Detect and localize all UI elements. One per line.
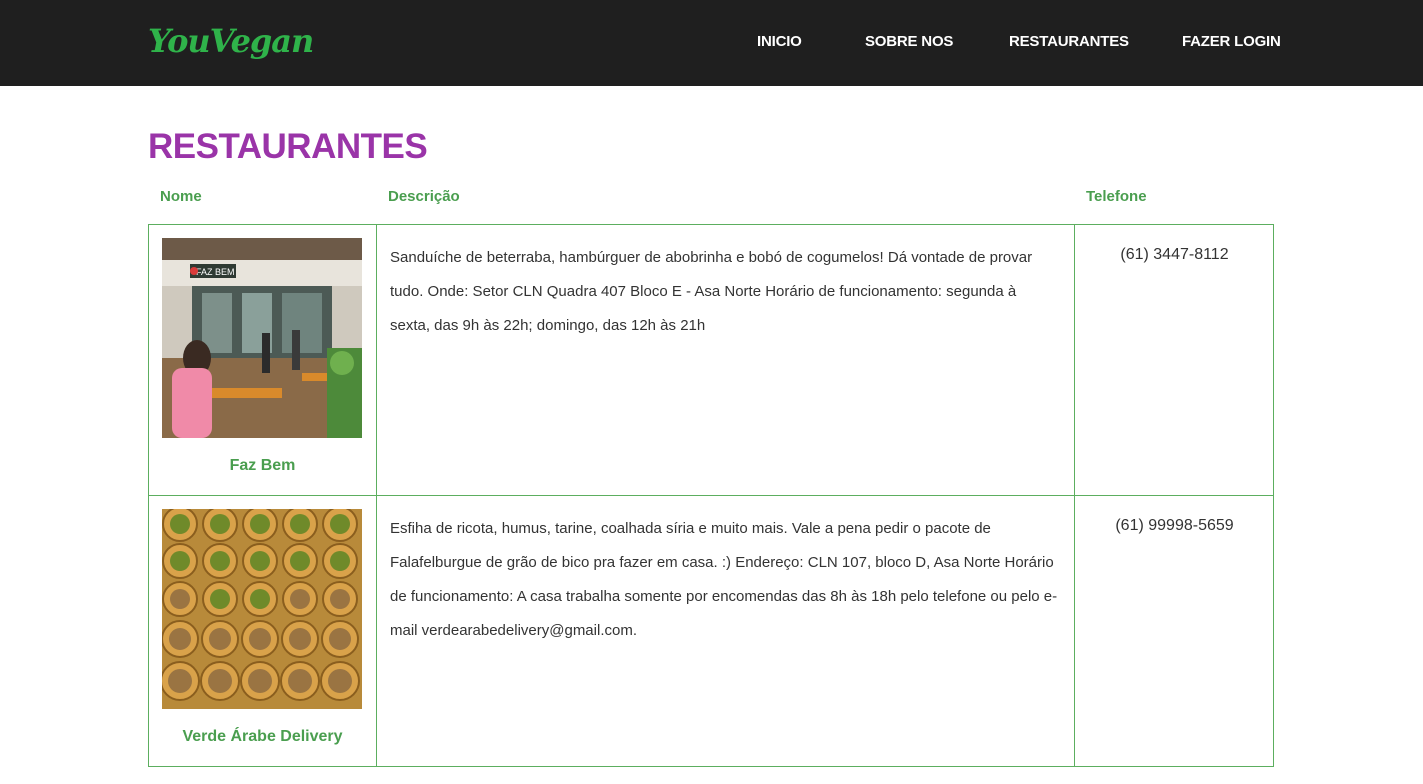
nav-link-sobre-nos[interactable]: SOBRE NOS bbox=[865, 33, 953, 50]
navbar: YouVegan INICIO SOBRE NOS RESTAURANTES F… bbox=[0, 0, 1423, 86]
restaurant-photo-verde-arabe bbox=[162, 509, 362, 709]
nav-link-fazer-login[interactable]: FAZER LOGIN bbox=[1182, 33, 1281, 50]
table-row: Verde Árabe Delivery Esfiha de ricota, h… bbox=[148, 495, 1274, 767]
table-row: FAZ BEM Faz Bem Sanduíche de beterraba, … bbox=[148, 224, 1274, 496]
nav-links: INICIO SOBRE NOS RESTAURANTES FAZER LOGI… bbox=[0, 33, 1423, 53]
restaurant-description: Sanduíche de beterraba, hambúrguer de ab… bbox=[390, 249, 1033, 334]
restaurants-table: FAZ BEM Faz Bem Sanduíche de beterraba, … bbox=[148, 224, 1274, 784]
cell-divider bbox=[1074, 225, 1075, 495]
cell-divider bbox=[1074, 496, 1075, 766]
restaurant-description: Esfiha de ricota, humus, tarine, coalhad… bbox=[390, 520, 1058, 639]
faz-bem-sign-text: FAZ BEM bbox=[196, 267, 235, 277]
nav-link-restaurantes[interactable]: RESTAURANTES bbox=[1009, 33, 1129, 50]
restaurant-phone: (61) 99998-5659 bbox=[1115, 517, 1234, 534]
nav-link-inicio[interactable]: INICIO bbox=[757, 33, 802, 50]
cell-divider bbox=[376, 496, 377, 766]
cell-divider bbox=[376, 225, 377, 495]
restaurant-name: Verde Árabe Delivery bbox=[182, 728, 343, 745]
page-title: RESTAURANTES bbox=[148, 127, 428, 166]
restaurant-photo-faz-bem: FAZ BEM bbox=[162, 238, 362, 438]
restaurant-name: Faz Bem bbox=[229, 457, 296, 474]
column-header-descricao: Descrição bbox=[388, 188, 460, 205]
column-header-nome: Nome bbox=[160, 188, 202, 205]
column-header-telefone: Telefone bbox=[1086, 188, 1147, 205]
restaurant-phone: (61) 3447-8112 bbox=[1120, 246, 1229, 263]
